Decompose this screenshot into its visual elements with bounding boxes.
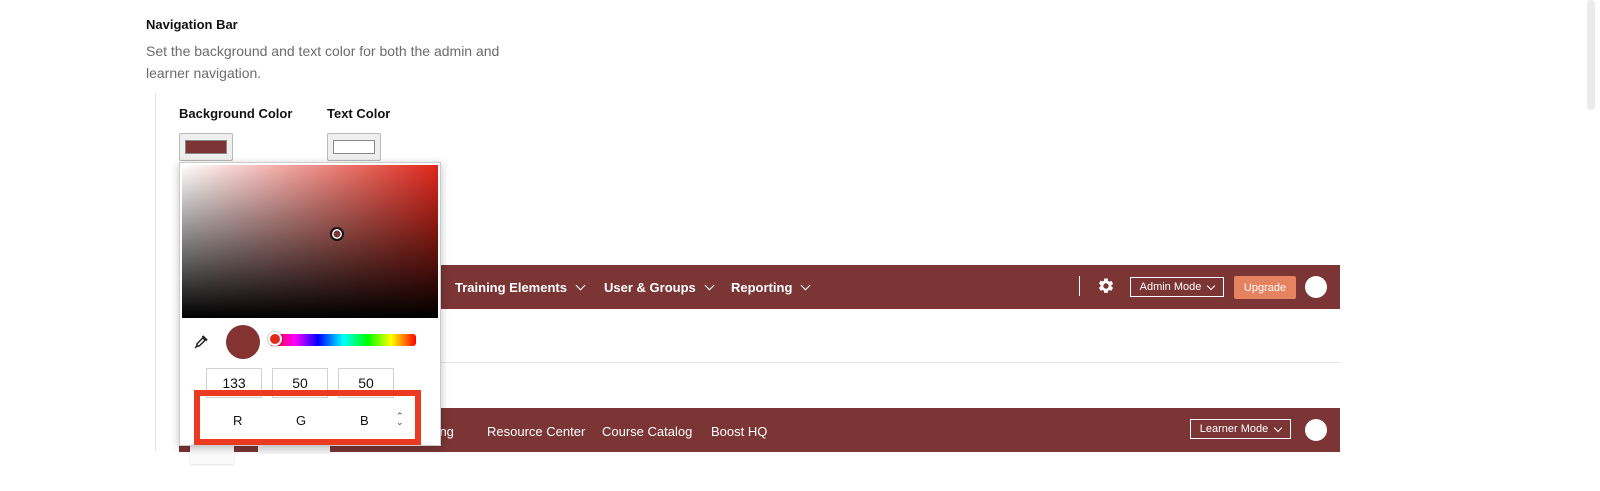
nav-training-elements-label: Training Elements bbox=[455, 280, 567, 295]
chevron-down-icon bbox=[800, 280, 811, 291]
eyedropper-icon[interactable] bbox=[192, 333, 210, 351]
nav-user-groups-label: User & Groups bbox=[604, 280, 696, 295]
nav-separator bbox=[1079, 276, 1080, 296]
learner-mode-label: Learner Mode bbox=[1199, 423, 1269, 435]
section-title: Navigation Bar bbox=[146, 17, 238, 32]
section-description: Set the background and text color for bo… bbox=[146, 43, 500, 81]
highlight-box bbox=[194, 390, 421, 445]
scrollbar[interactable] bbox=[1587, 0, 1595, 110]
hidden-control bbox=[190, 444, 234, 464]
chevron-down-icon bbox=[704, 280, 715, 291]
gear-icon[interactable] bbox=[1097, 277, 1115, 295]
saturation-handle[interactable] bbox=[330, 227, 344, 241]
section-divider bbox=[155, 93, 156, 451]
chevron-down-icon bbox=[575, 280, 586, 291]
text-color-label: Text Color bbox=[327, 106, 391, 121]
avatar[interactable] bbox=[1305, 419, 1327, 441]
background-color-chip bbox=[185, 140, 227, 154]
nav-training-elements[interactable]: Training Elements bbox=[455, 280, 586, 295]
chevron-down-icon bbox=[1274, 423, 1283, 432]
hue-slider[interactable] bbox=[270, 334, 416, 346]
background-color-swatch[interactable] bbox=[179, 133, 233, 161]
nav-resource-center[interactable]: Resource Center bbox=[487, 424, 585, 439]
nav-user-groups[interactable]: User & Groups bbox=[604, 280, 715, 295]
text-color-swatch[interactable] bbox=[327, 133, 381, 161]
admin-mode-dropdown[interactable]: Admin Mode bbox=[1130, 277, 1224, 297]
chevron-down-icon bbox=[1207, 281, 1216, 290]
preview-divider bbox=[438, 362, 1340, 363]
hue-slider-handle[interactable] bbox=[268, 332, 282, 346]
background-color-label: Background Color bbox=[179, 106, 293, 121]
nav-reporting[interactable]: Reporting bbox=[731, 280, 811, 295]
nav-course-catalog[interactable]: Course Catalog bbox=[602, 424, 692, 439]
admin-mode-label: Admin Mode bbox=[1139, 281, 1202, 293]
avatar[interactable] bbox=[1305, 276, 1327, 298]
learner-mode-dropdown[interactable]: Learner Mode bbox=[1190, 419, 1291, 439]
saturation-value-area[interactable] bbox=[182, 165, 438, 318]
text-color-chip bbox=[333, 140, 375, 154]
selected-color-preview bbox=[226, 325, 260, 359]
nav-reporting-label: Reporting bbox=[731, 280, 793, 295]
nav-boost-hq[interactable]: Boost HQ bbox=[711, 424, 767, 439]
upgrade-button[interactable]: Upgrade bbox=[1234, 276, 1296, 299]
